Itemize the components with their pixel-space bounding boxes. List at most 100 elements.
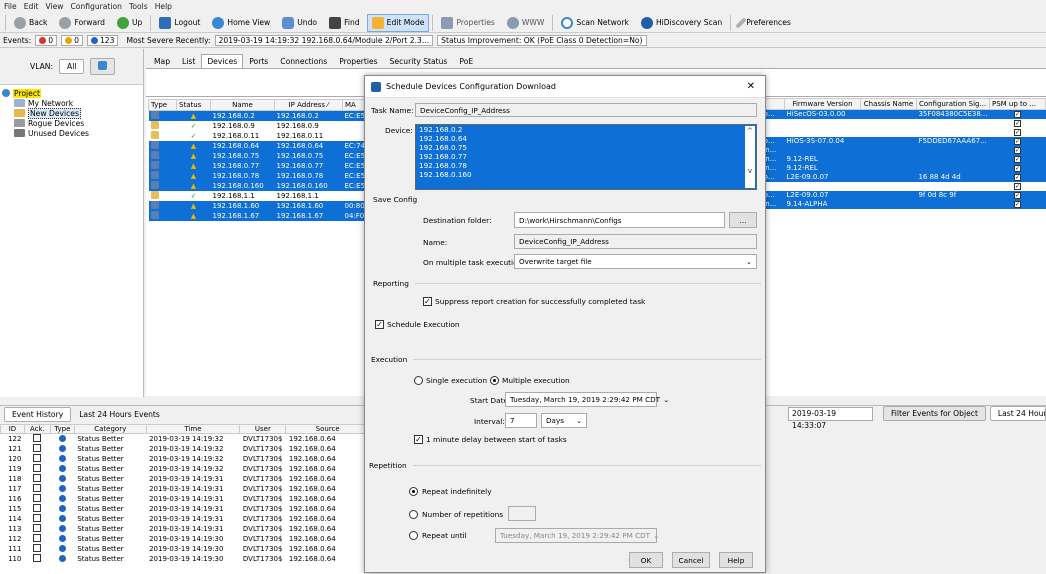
ack-checkbox[interactable]: [24, 464, 50, 474]
psm-checkbox[interactable]: ✓: [989, 128, 1045, 137]
device-row[interactable]: ▲ 192.168.0.64 192.168.0.64 EC:74: [148, 141, 369, 151]
help-button[interactable]: Help: [719, 552, 753, 568]
event-row[interactable]: 113 Status Better 2019-03-19 14:19:31 DVLT1…: [1, 524, 370, 534]
device-row-right[interactable]: ann... 9.12-REL ✓: [754, 154, 1046, 164]
device-row-right[interactable]: ann... ✓: [754, 145, 1046, 155]
event-row[interactable]: 115 Status Better 2019-03-19 14:19:31 DVLT1…: [1, 504, 370, 514]
col-user[interactable]: User: [239, 424, 287, 434]
col-chassis-name[interactable]: Chassis Name: [859, 98, 917, 110]
ack-checkbox[interactable]: [24, 484, 50, 494]
device-list-scrollbar[interactable]: ^ v: [745, 126, 755, 188]
ack-checkbox[interactable]: [24, 454, 50, 464]
error-count[interactable]: 0: [35, 35, 58, 46]
checkbox-checked[interactable]: ✓: [414, 435, 423, 444]
radio-unchecked[interactable]: [414, 376, 423, 385]
ack-checkbox[interactable]: [24, 494, 50, 504]
device-row-right[interactable]: uto...HiOS-3S-07.0.04F5DDED67AAA67...✓: [754, 136, 1046, 146]
psm-checkbox[interactable]: ✓: [989, 145, 1046, 155]
tab-map[interactable]: Map: [148, 54, 176, 69]
device-row[interactable]: ▲ 192.168.1.60 192.168.1.60 00:80: [148, 201, 369, 211]
psm-checkbox[interactable]: ✓: [989, 109, 1046, 119]
device-row[interactable]: ✓ 192.168.1.1 192.168.1.1: [149, 191, 369, 201]
interval-unit-select[interactable]: Days ⌄: [541, 413, 587, 428]
back-button[interactable]: Back: [9, 14, 52, 32]
ack-checkbox[interactable]: [24, 434, 50, 445]
col-type[interactable]: Type: [148, 99, 177, 111]
col-ack[interactable]: Ack.: [23, 424, 51, 434]
tree-item-my-network[interactable]: My Network: [2, 98, 143, 108]
col-source[interactable]: Source: [285, 424, 370, 434]
ack-checkbox[interactable]: [24, 474, 50, 484]
device-row[interactable]: ▲ 192.168.0.77 192.168.0.77 EC:E5: [148, 161, 369, 171]
device-row-right[interactable]: ann... 9.12-REL ✓: [754, 163, 1046, 173]
ack-checkbox[interactable]: [24, 544, 50, 554]
tree-item-project[interactable]: Project: [2, 88, 143, 98]
find-button[interactable]: Find: [324, 14, 365, 32]
scan-network-button[interactable]: Scan Network: [556, 14, 634, 32]
repeat-until-date-picker[interactable]: Tuesday, March 19, 2019 2:29:42 PM CDT ⌄: [495, 528, 659, 543]
ack-checkbox[interactable]: [24, 444, 50, 454]
psm-checkbox[interactable]: ✓: [989, 136, 1046, 146]
ok-button[interactable]: OK: [629, 552, 663, 568]
logout-button[interactable]: Logout: [154, 14, 205, 32]
menu-view[interactable]: View: [45, 2, 63, 11]
repeat-until-radio[interactable]: Repeat until: [409, 531, 467, 540]
event-row[interactable]: 121 Status Better 2019-03-19 14:19:32 DVLT1…: [1, 444, 370, 454]
tree-item-unused-devices[interactable]: Unused Devices: [2, 128, 143, 138]
vlan-select[interactable]: All: [59, 59, 85, 74]
psm-checkbox[interactable]: ✓: [989, 119, 1045, 128]
ack-checkbox[interactable]: [24, 554, 50, 564]
menu-edit[interactable]: Edit: [24, 2, 39, 11]
event-row[interactable]: 110 Status Better 2019-03-19 14:19:30 DVLT1…: [1, 554, 370, 564]
home-view-button[interactable]: Home View: [207, 14, 275, 32]
psm-checkbox[interactable]: ✓: [989, 163, 1046, 173]
menu-configuration[interactable]: Configuration: [70, 2, 122, 11]
device-list-item[interactable]: 192.168.0.2: [416, 125, 756, 134]
name-field[interactable]: DeviceConfig_IP_Address: [514, 234, 757, 249]
checkbox-checked[interactable]: ✓: [375, 320, 384, 329]
device-list-item[interactable]: 192.168.0.160: [416, 170, 756, 179]
interval-field[interactable]: 7: [505, 413, 537, 428]
properties-button[interactable]: Properties: [436, 14, 499, 32]
undo-button[interactable]: Undo: [277, 14, 322, 32]
psm-checkbox[interactable]: ✓: [989, 182, 1045, 191]
event-range-select[interactable]: Last 24 Hours Ev: [989, 406, 1046, 421]
event-row[interactable]: 122 Status Better 2019-03-19 14:19:32 DVLT1…: [1, 434, 370, 445]
device-row-right[interactable]: ✓: [755, 128, 1046, 137]
cancel-button[interactable]: Cancel: [672, 552, 710, 568]
device-list-item[interactable]: 192.168.0.64: [416, 134, 756, 143]
start-date-picker[interactable]: Tuesday, March 19, 2019 2:29:42 PM CDT ⌄: [505, 392, 669, 407]
info-count[interactable]: 123: [86, 35, 119, 46]
repeat-indefinitely-radio[interactable]: Repeat indefinitely: [409, 487, 492, 496]
forward-button[interactable]: Forward: [54, 14, 110, 32]
browse-button[interactable]: ...: [729, 212, 757, 228]
radio-unchecked[interactable]: [409, 510, 418, 519]
device-row-right[interactable]: uto...L2E-09.0.079f 0d 8c 9f✓: [754, 190, 1046, 200]
menu-tools[interactable]: Tools: [129, 2, 148, 11]
device-list[interactable]: 192.168.0.2 192.168.0.64 192.168.0.75 19…: [415, 124, 757, 190]
hidiscovery-scan-button[interactable]: HiDiscovery Scan: [636, 14, 727, 32]
close-icon[interactable]: ✕: [747, 81, 755, 92]
ack-checkbox[interactable]: [24, 524, 50, 534]
event-row[interactable]: 120 Status Better 2019-03-19 14:19:32 DVLT1…: [1, 454, 370, 464]
tab-properties[interactable]: Properties: [333, 54, 383, 69]
filter-events-button[interactable]: Filter Events for Object: [882, 406, 986, 421]
number-of-repetitions-radio[interactable]: Number of repetitions: [409, 510, 503, 519]
checkbox-checked[interactable]: ✓: [423, 297, 432, 306]
device-row[interactable]: ▲ 192.168.0.78 192.168.0.78 EC:E5: [148, 171, 369, 181]
multiple-execution-radio[interactable]: Multiple execution: [490, 376, 570, 385]
psm-checkbox[interactable]: ✓: [989, 154, 1046, 164]
col-name[interactable]: Name: [210, 99, 275, 111]
device-list-item[interactable]: 192.168.0.77: [416, 152, 756, 161]
up-button[interactable]: Up: [112, 14, 147, 32]
tree-item-new-devices[interactable]: New Devices: [2, 107, 143, 119]
device-row[interactable]: ✓ 192.168.0.11 192.168.0.11: [149, 131, 369, 141]
www-button[interactable]: WWW: [502, 14, 550, 32]
menu-file[interactable]: File: [4, 2, 17, 11]
col-status[interactable]: Status: [176, 99, 211, 111]
radio-unchecked[interactable]: [409, 531, 418, 540]
tab-devices[interactable]: Devices: [201, 54, 244, 68]
device-row[interactable]: ▲ 192.168.1.67 192.168.1.67 04:F0: [148, 211, 369, 221]
psm-checkbox[interactable]: ✓: [989, 190, 1046, 200]
ack-checkbox[interactable]: [24, 534, 50, 544]
